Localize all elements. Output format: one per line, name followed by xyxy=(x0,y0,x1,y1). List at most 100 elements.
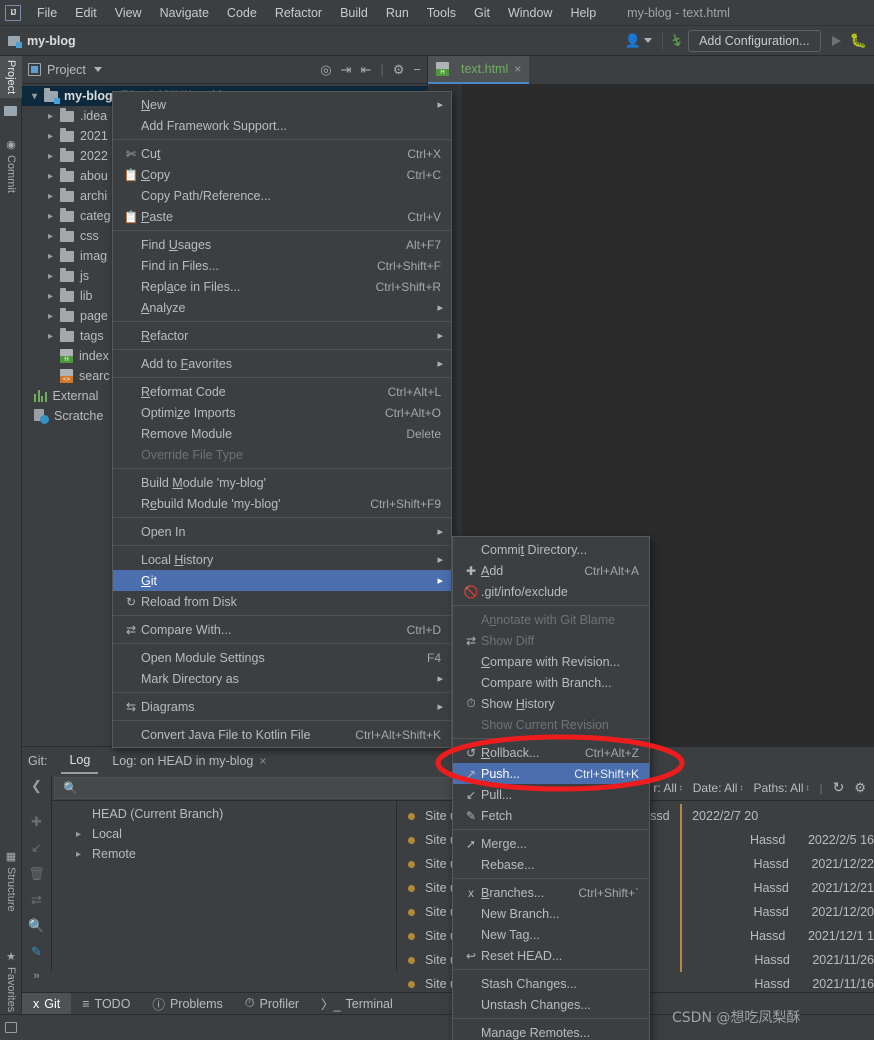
menu-item-pull[interactable]: ↙ Pull... xyxy=(453,784,649,805)
search-icon[interactable]: 🔍 xyxy=(28,918,44,934)
menu-item-copy[interactable]: 📋 Copy Ctrl+C xyxy=(113,164,451,185)
branch-tree[interactable]: HEAD (Current Branch) ▸ Local ▸ Remote xyxy=(52,801,397,972)
menu-git[interactable]: Git xyxy=(465,3,499,23)
build-hammer-icon[interactable]: ⤈ xyxy=(670,30,683,52)
menu-item-refactor[interactable]: Refactor ▸ xyxy=(113,325,451,346)
settings-gear-icon[interactable]: ⚙ xyxy=(393,62,405,78)
menu-item-branches[interactable]: x Branches... Ctrl+Shift+` xyxy=(453,882,649,903)
menu-item-local-history[interactable]: Local History ▸ xyxy=(113,549,451,570)
menu-item-rebuild-module[interactable]: Rebuild Module 'my-blog' Ctrl+Shift+F9 xyxy=(113,493,451,514)
sidebar-item-project[interactable]: Project xyxy=(0,56,22,99)
menu-item-copy-path-reference[interactable]: Copy Path/Reference... xyxy=(113,185,451,206)
run-icon[interactable] xyxy=(831,35,841,46)
chevron-right-icon[interactable]: ▸ xyxy=(76,829,81,840)
menu-edit[interactable]: Edit xyxy=(66,3,106,23)
collapse-all-icon[interactable]: ⇤ xyxy=(360,62,371,78)
filter-paths[interactable]: Paths: All ↕ xyxy=(753,781,809,795)
menu-item-cut[interactable]: ✄ Cut Ctrl+X xyxy=(113,143,451,164)
chevron-down-icon[interactable] xyxy=(93,67,102,72)
menu-item-reload-from-disk[interactable]: ↻ Reload from Disk xyxy=(113,591,451,612)
chevron-down-icon[interactable]: ▾ xyxy=(32,91,44,102)
close-icon[interactable]: × xyxy=(514,62,521,76)
menu-item-open-module-settings[interactable]: Open Module Settings F4 xyxy=(113,647,451,668)
menu-item-new-branch[interactable]: New Branch... xyxy=(453,903,649,924)
chevron-right-icon[interactable]: ▸ xyxy=(76,849,81,860)
tab-profiler[interactable]: ⏱ Profiler xyxy=(234,993,310,1015)
menu-item-find-in-files[interactable]: Find in Files... Ctrl+Shift+F xyxy=(113,255,451,276)
more-icon[interactable]: » xyxy=(33,970,39,982)
menu-item-mark-directory-as[interactable]: Mark Directory as ▸ xyxy=(113,668,451,689)
git-submenu[interactable]: Commit Directory... ✚ Add Ctrl+Alt+A 🚫 .git… xyxy=(452,536,650,1040)
menu-refactor[interactable]: Refactor xyxy=(266,3,331,23)
menu-tools[interactable]: Tools xyxy=(418,3,465,23)
breadcrumb[interactable]: my-blog xyxy=(27,34,76,48)
menu-item-add-to-favorites[interactable]: Add to Favorites ▸ xyxy=(113,353,451,374)
menu-item-replace-in-files[interactable]: Replace in Files... Ctrl+Shift+R xyxy=(113,276,451,297)
add-configuration-button[interactable]: Add Configuration... xyxy=(688,29,821,52)
menu-item-diagrams[interactable]: ⇆ Diagrams ▸ xyxy=(113,696,451,717)
collapse-icon[interactable]: ⇄ xyxy=(31,892,42,908)
menu-item-add[interactable]: ✚ Add Ctrl+Alt+A xyxy=(453,560,649,581)
expand-all-icon[interactable]: ⇥ xyxy=(341,62,352,78)
menu-navigate[interactable]: Navigate xyxy=(151,3,218,23)
branch-row-local[interactable]: ▸ Local xyxy=(52,824,396,844)
locate-icon[interactable]: ◎ xyxy=(320,62,331,78)
context-menu[interactable]: New ▸ Add Framework Support... ✄ Cut Ctrl+X… xyxy=(112,91,452,748)
menu-item-new-tag[interactable]: New Tag... xyxy=(453,924,649,945)
menu-item-convert-java-to-kotlin[interactable]: Convert Java File to Kotlin File Ctrl+Alt… xyxy=(113,724,451,745)
menu-item-build-module[interactable]: Build Module 'my-blog' xyxy=(113,472,451,493)
menu-item-unstash-changes[interactable]: Unstash Changes... xyxy=(453,994,649,1015)
tab-todo[interactable]: ≡ TODO xyxy=(71,993,141,1015)
menu-item-push[interactable]: ↗ Push... Ctrl+Shift+K xyxy=(453,763,649,784)
menu-item-compare-with-revision[interactable]: Compare with Revision... xyxy=(453,651,649,672)
menu-item-remove-module[interactable]: Remove Module Delete xyxy=(113,423,451,444)
delete-icon[interactable]: 🗑 xyxy=(28,866,45,882)
debug-icon[interactable]: 🐛 xyxy=(847,30,870,52)
menu-item-rollback[interactable]: ↺ Rollback... Ctrl+Alt+Z xyxy=(453,742,649,763)
close-icon[interactable]: × xyxy=(259,754,266,768)
hide-panel-icon[interactable]: − xyxy=(413,62,421,77)
menu-item-merge[interactable]: ➚ Merge... xyxy=(453,833,649,854)
tab-log-head[interactable]: Log: on HEAD in my-blog × xyxy=(112,754,266,768)
menu-code[interactable]: Code xyxy=(218,3,266,23)
sidebar-item-commit[interactable]: ◉ Commit xyxy=(0,134,22,197)
tab-git[interactable]: x Git xyxy=(22,992,72,1015)
tab-text-html[interactable]: H text.html × xyxy=(428,56,530,84)
menu-item-reset-head[interactable]: ↩ Reset HEAD... xyxy=(453,945,649,966)
menu-item-compare-with-branch[interactable]: Compare with Branch... xyxy=(453,672,649,693)
settings-icon[interactable]: ⚙ xyxy=(854,780,866,796)
menu-item-open-in[interactable]: Open In ▸ xyxy=(113,521,451,542)
menu-item-compare-with[interactable]: ⇄ Compare With... Ctrl+D xyxy=(113,619,451,640)
sidebar-item-favorites[interactable]: ★ Favorites xyxy=(0,946,22,1016)
edit-icon[interactable]: ✎ xyxy=(31,944,42,960)
menu-view[interactable]: View xyxy=(106,3,151,23)
refresh-icon[interactable]: ↻ xyxy=(833,779,845,796)
checkout-icon[interactable]: ↙ xyxy=(31,840,42,856)
menu-item-manage-remotes[interactable]: Manage Remotes... xyxy=(453,1022,649,1040)
menu-item-new[interactable]: New ▸ xyxy=(113,94,451,115)
menu-item-git-info-exclude[interactable]: 🚫 .git/info/exclude xyxy=(453,581,649,602)
filter-user[interactable]: r: All ↕ xyxy=(653,781,682,795)
menu-item-git[interactable]: Git ▸ xyxy=(113,570,451,591)
layout-toggle-icon[interactable] xyxy=(5,1022,17,1033)
menu-run[interactable]: Run xyxy=(377,3,418,23)
user-dropdown-icon[interactable]: 👤 xyxy=(622,30,655,52)
add-icon[interactable]: ✚ xyxy=(31,814,42,830)
tab-log[interactable]: Log xyxy=(61,749,99,774)
branch-row-head[interactable]: HEAD (Current Branch) xyxy=(52,804,396,824)
menu-item-stash-changes[interactable]: Stash Changes... xyxy=(453,973,649,994)
branch-row-remote[interactable]: ▸ Remote xyxy=(52,844,396,864)
tab-terminal[interactable]: 〉_ Terminal xyxy=(310,993,404,1015)
menu-item-optimize-imports[interactable]: Optimize Imports Ctrl+Alt+O xyxy=(113,402,451,423)
menu-item-paste[interactable]: 📋 Paste Ctrl+V xyxy=(113,206,451,227)
sidebar-item-structure[interactable]: ▦ Structure xyxy=(0,846,22,916)
menu-item-show-history[interactable]: ⏱ Show History xyxy=(453,693,649,714)
tab-problems[interactable]: ⓘ Problems xyxy=(141,993,233,1015)
menu-build[interactable]: Build xyxy=(331,3,377,23)
menu-item-fetch[interactable]: ✎ Fetch xyxy=(453,805,649,826)
menu-item-commit-directory[interactable]: Commit Directory... xyxy=(453,539,649,560)
collapse-left-icon[interactable]: ❮ xyxy=(31,778,42,794)
menu-item-analyze[interactable]: Analyze ▸ xyxy=(113,297,451,318)
menu-window[interactable]: Window xyxy=(499,3,561,23)
menu-item-add-framework-support[interactable]: Add Framework Support... xyxy=(113,115,451,136)
